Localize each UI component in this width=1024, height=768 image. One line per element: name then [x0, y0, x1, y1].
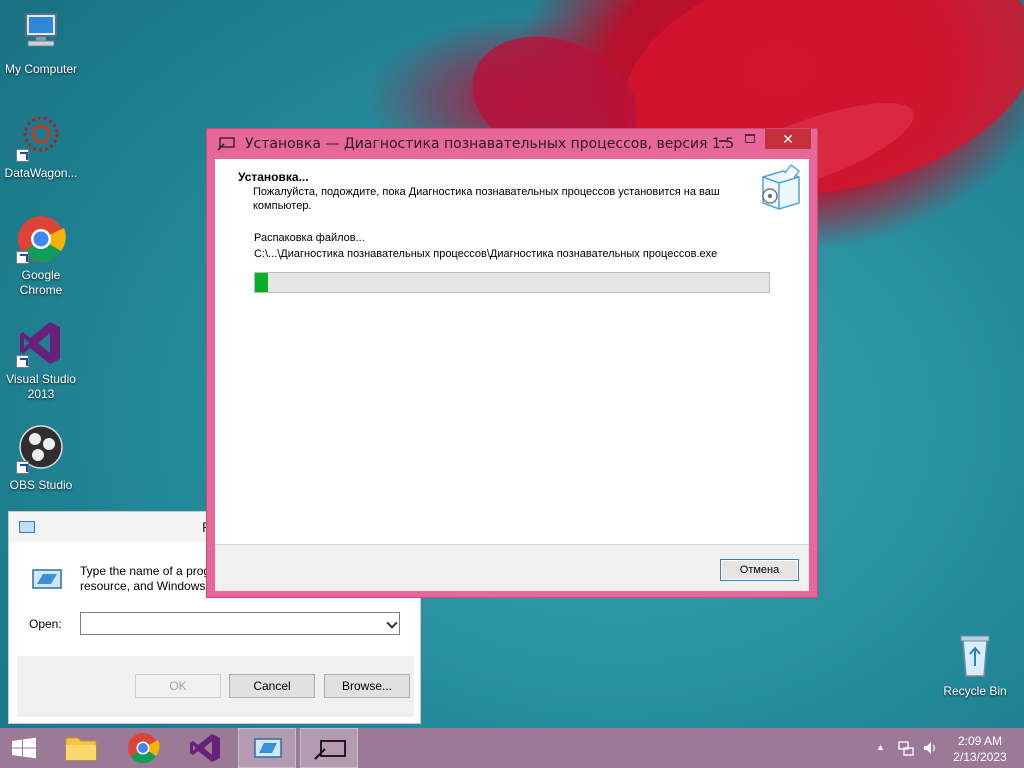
- chevron-down-icon[interactable]: [386, 617, 398, 629]
- shortcut-arrow-icon: [16, 251, 29, 264]
- desktop-icon-label: Visual Studio 2013: [6, 372, 76, 401]
- desktop-icon-label: My Computer: [4, 62, 78, 76]
- desktop-icon-obs-studio[interactable]: OBS Studio: [0, 424, 82, 493]
- desktop-icon-label: DataWagon...: [4, 166, 78, 180]
- browse-button[interactable]: Browse...: [324, 674, 410, 698]
- taskbar-chrome[interactable]: [114, 728, 172, 768]
- datawagon-icon: [16, 112, 66, 162]
- setup-app-icon: [314, 740, 346, 760]
- setup-client-area: Установка... Пожалуйста, подождите, пока…: [215, 159, 809, 591]
- run-description: Type the name of a prog resource, and Wi…: [80, 564, 210, 594]
- install-status: Распаковка файлов...: [254, 232, 365, 244]
- ok-button[interactable]: OK: [135, 674, 221, 698]
- taskbar: ▲ 2:09 AM 2/13/2023: [0, 728, 1024, 768]
- open-label: Open:: [29, 617, 62, 631]
- maximize-icon: [745, 134, 755, 143]
- install-progress-bar: [254, 272, 770, 293]
- cancel-button[interactable]: Cancel: [229, 674, 315, 698]
- volume-icon[interactable]: [922, 740, 938, 756]
- chrome-icon: [16, 214, 66, 264]
- system-tray: ▲: [872, 728, 942, 768]
- taskbar-run[interactable]: [238, 728, 296, 768]
- run-program-icon: [31, 568, 63, 592]
- minimize-button[interactable]: [711, 129, 737, 149]
- minimize-icon: [719, 140, 729, 142]
- install-heading: Установка...: [238, 170, 309, 184]
- start-button[interactable]: [0, 728, 48, 768]
- open-input[interactable]: [81, 613, 371, 633]
- network-icon[interactable]: [898, 740, 914, 756]
- desktop-icon-visual-studio[interactable]: Visual Studio 2013: [0, 318, 82, 402]
- desktop-icon-google-chrome[interactable]: Google Chrome: [0, 214, 82, 298]
- shortcut-arrow-icon: [16, 355, 29, 368]
- setup-window: Установка — Диагностика познавательных п…: [206, 128, 818, 598]
- software-box-icon: [755, 163, 803, 213]
- maximize-button[interactable]: [737, 129, 763, 149]
- install-file-path: C:\...\Диагностика познавательных процес…: [254, 248, 718, 260]
- clock-date: 2/13/2023: [953, 750, 1007, 764]
- close-button[interactable]: ✕: [765, 129, 811, 149]
- shortcut-arrow-icon: [16, 461, 29, 474]
- setup-window-title: Установка — Диагностика познавательных п…: [245, 136, 735, 152]
- desktop-icon-label: OBS Studio: [9, 478, 73, 492]
- run-description-line2: resource, and Windows: [80, 579, 206, 593]
- desktop-icon-recycle-bin[interactable]: Recycle Bin: [934, 630, 1016, 699]
- computer-icon: [16, 8, 66, 58]
- setup-titlebar[interactable]: Установка — Диагностика познавательных п…: [207, 129, 817, 159]
- desktop-icon-label: Google Chrome: [19, 268, 63, 297]
- folder-icon: [65, 737, 97, 761]
- chrome-icon: [128, 733, 160, 764]
- taskbar-setup[interactable]: [300, 728, 358, 768]
- visual-studio-icon: [16, 318, 66, 368]
- setup-main-pane: Установка... Пожалуйста, подождите, пока…: [215, 159, 809, 545]
- run-description-line1: Type the name of a prog: [80, 564, 211, 578]
- cancel-install-button[interactable]: Отмена: [720, 559, 799, 581]
- shortcut-arrow-icon: [16, 149, 29, 162]
- windows-logo-icon: [12, 737, 36, 759]
- run-icon: [19, 521, 35, 533]
- taskbar-file-explorer[interactable]: [52, 728, 110, 768]
- install-description: Пожалуйста, подождите, пока Диагностика …: [253, 186, 720, 212]
- desktop-icon-datawagon[interactable]: DataWagon...: [0, 112, 82, 181]
- show-hidden-icons-button[interactable]: ▲: [876, 742, 885, 752]
- open-combobox[interactable]: [80, 612, 400, 635]
- desktop-icon-my-computer[interactable]: My Computer: [0, 8, 82, 77]
- desktop-icon-label: Recycle Bin: [943, 684, 1007, 698]
- run-icon: [254, 738, 282, 758]
- recycle-bin-icon: [950, 630, 1000, 680]
- taskbar-visual-studio[interactable]: [176, 728, 234, 768]
- install-progress-fill: [255, 273, 268, 292]
- visual-studio-icon: [190, 734, 220, 762]
- obs-icon: [16, 424, 66, 474]
- setup-app-icon: [217, 137, 235, 151]
- clock-time: 2:09 AM: [957, 734, 1003, 748]
- taskbar-clock[interactable]: 2:09 AM 2/13/2023: [944, 733, 1016, 765]
